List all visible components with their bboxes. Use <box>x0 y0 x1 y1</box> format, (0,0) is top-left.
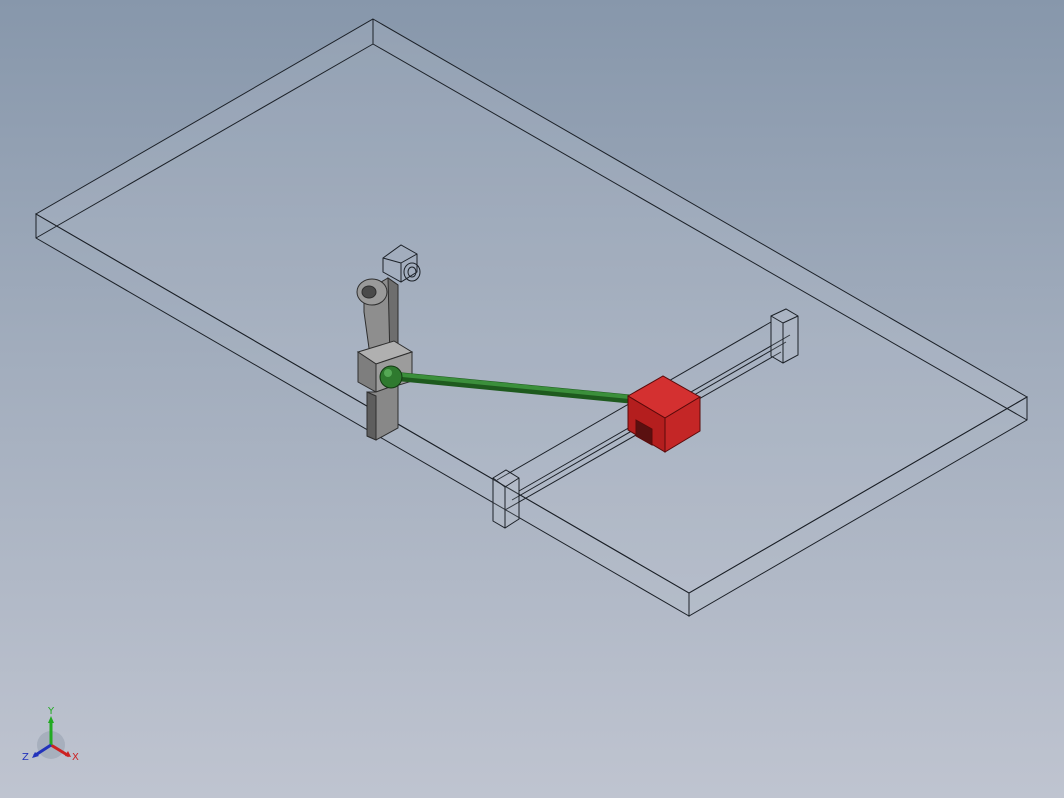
3d-viewport[interactable]: X Y Z <box>0 0 1064 798</box>
rod-ball-joint-highlight <box>384 369 392 377</box>
rod-ball-joint <box>379 365 403 389</box>
crank-shaft-front <box>366 391 377 441</box>
triad-x-label: X <box>72 752 79 763</box>
model-scene[interactable] <box>0 0 1064 798</box>
triad-z-label: Z <box>22 752 29 763</box>
crank-eye-hole <box>361 285 377 299</box>
rail-end-post-near <box>492 469 520 529</box>
base-plate[interactable] <box>35 18 1028 617</box>
triad-y-arrow <box>48 716 54 723</box>
triad-y-label: Y <box>47 706 55 717</box>
orientation-triad[interactable]: X Y Z <box>14 700 94 780</box>
rail-end-post-far <box>770 308 799 364</box>
